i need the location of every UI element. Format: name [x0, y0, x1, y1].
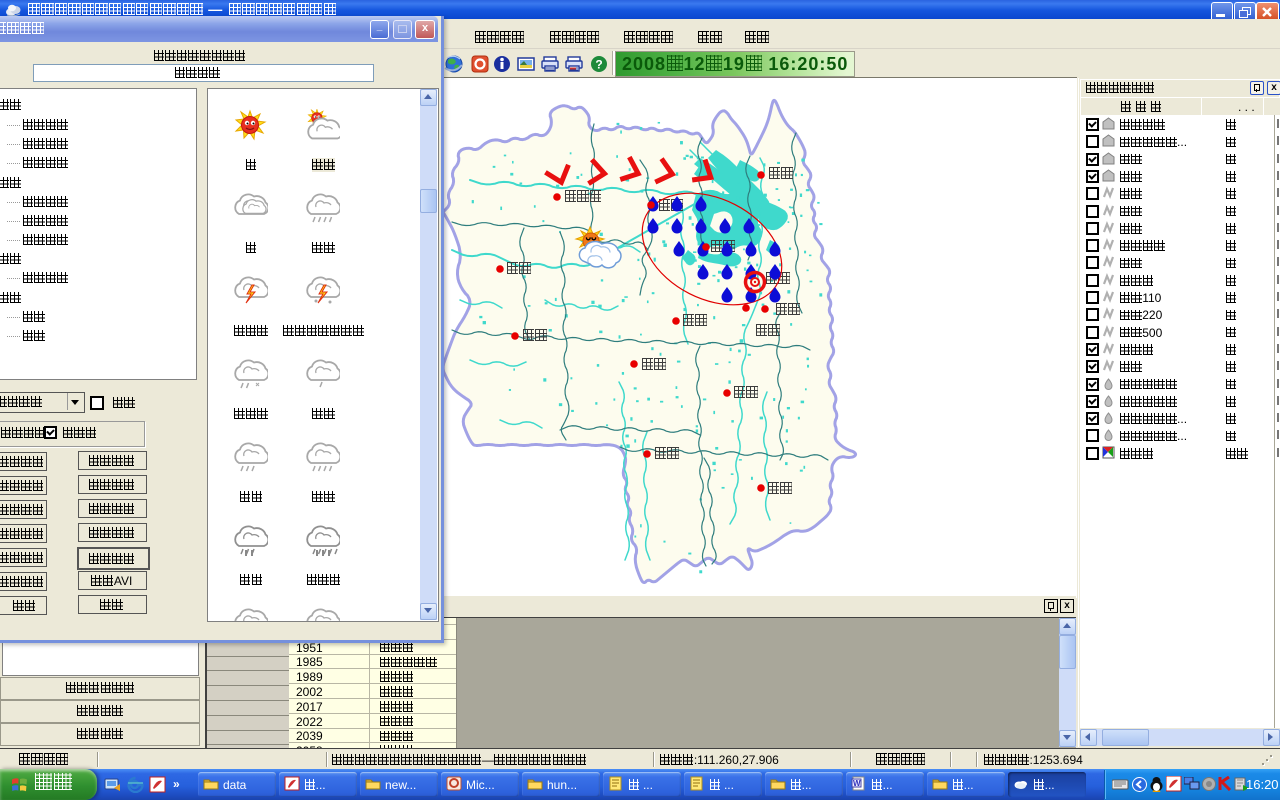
svg-text:?: ? [595, 58, 602, 72]
svg-text:W: W [853, 779, 861, 788]
